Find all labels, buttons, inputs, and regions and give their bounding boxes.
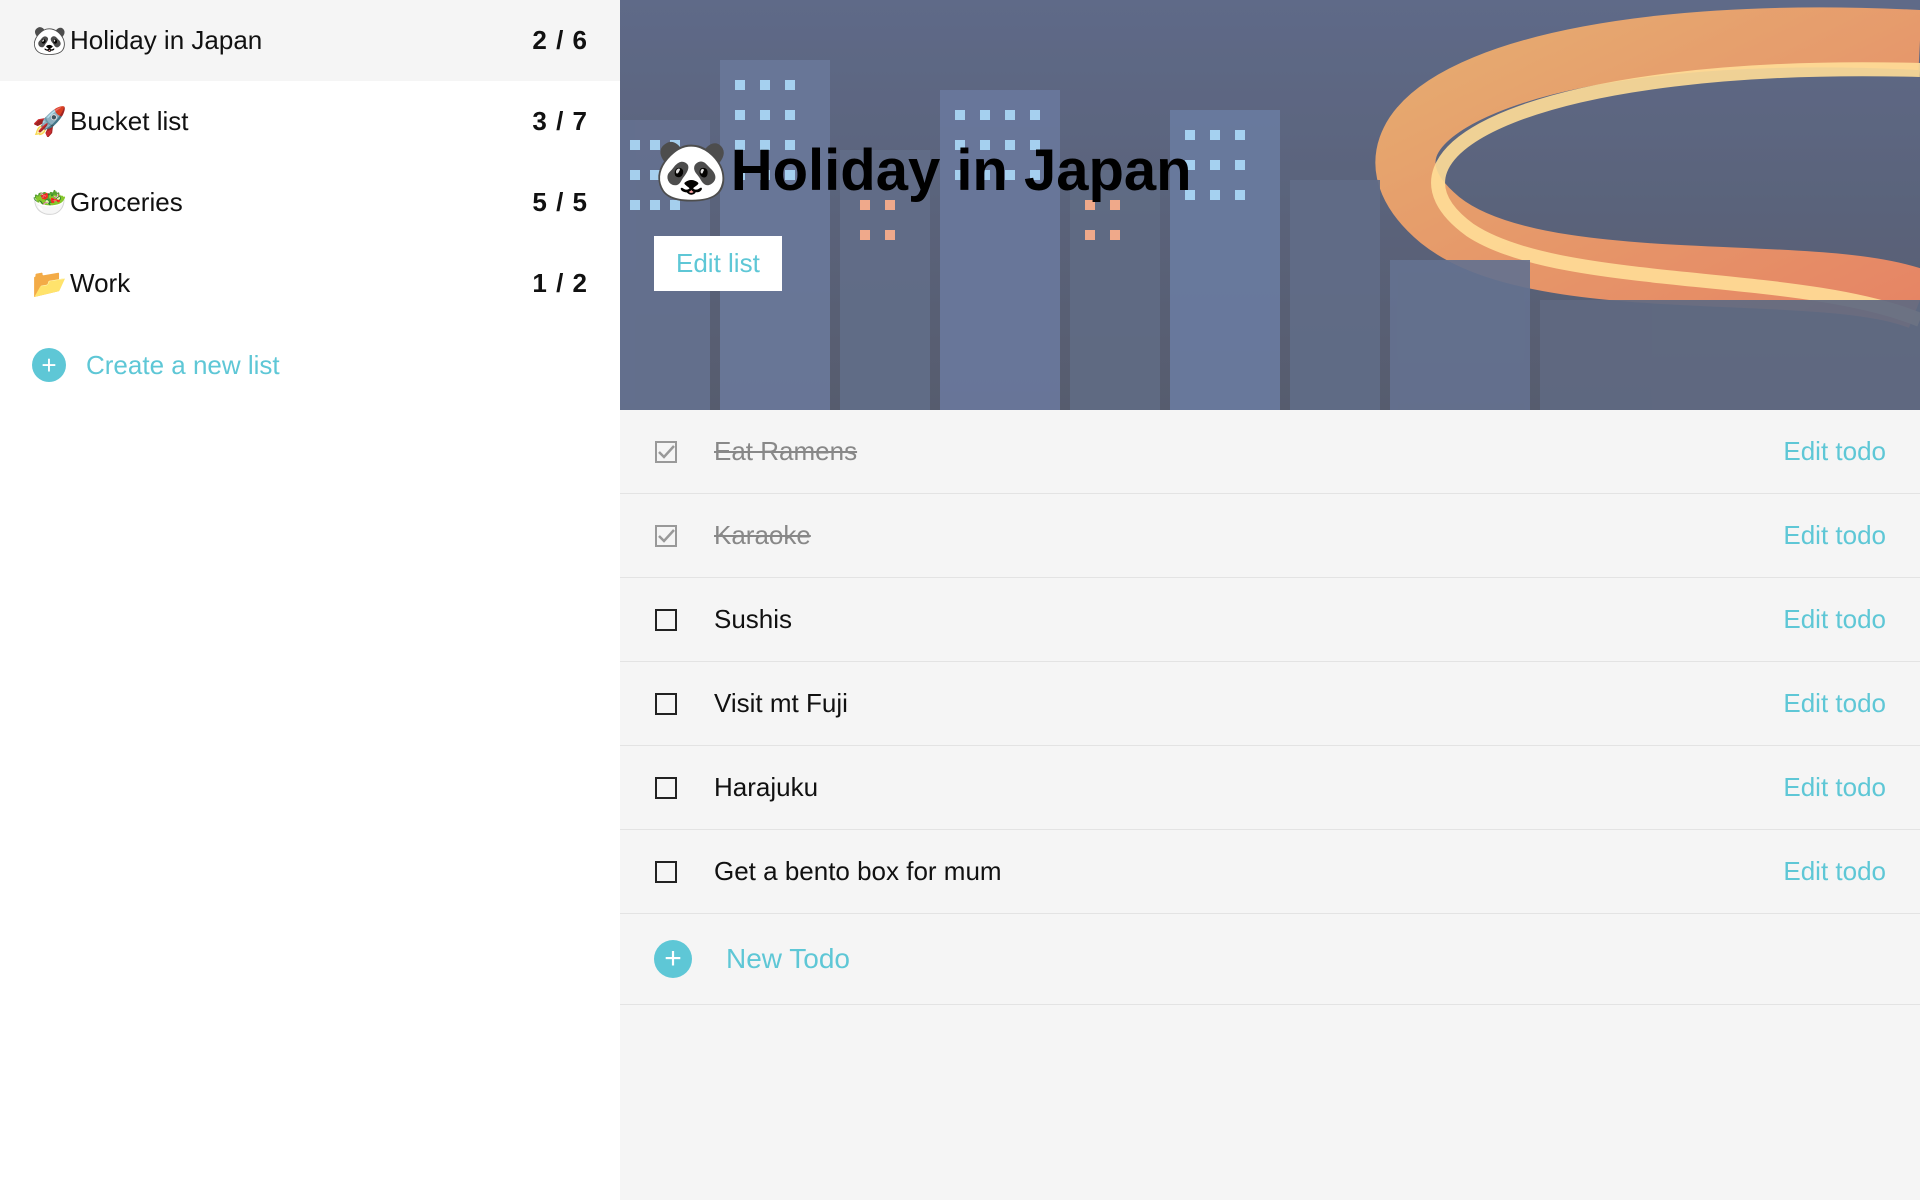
todo-row: Eat Ramens Edit todo [620,410,1920,494]
checkbox-unchecked-icon[interactable] [654,776,678,800]
sidebar-item-bucket-list[interactable]: 🚀 Bucket list 3 / 7 [0,81,620,162]
list-icon: 🥗 [32,186,70,219]
todo-row: Sushis Edit todo [620,578,1920,662]
sidebar-item-work[interactable]: 📂 Work 1 / 2 [0,243,620,324]
sidebar-item-holiday-in-japan[interactable]: 🐼 Holiday in Japan 2 / 6 [0,0,620,81]
create-list-button[interactable]: + Create a new list [0,324,620,406]
hero-content: 🐼 Holiday in Japan Edit list [654,135,1192,291]
sidebar-item-label: Holiday in Japan [70,25,532,56]
list-icon: 🐼 [32,24,70,57]
todo-list: Eat Ramens Edit todo Karaoke Edit todo S… [620,410,1920,1200]
edit-todo-button[interactable]: Edit todo [1783,520,1886,551]
edit-list-button[interactable]: Edit list [654,236,782,291]
new-todo-label: New Todo [726,943,850,975]
plus-icon: + [32,348,66,382]
list-icon: 🚀 [32,105,70,138]
list-icon: 🐼 [654,135,729,206]
sidebar-item-count: 5 / 5 [532,187,588,218]
create-list-label: Create a new list [86,350,280,381]
sidebar-item-count: 1 / 2 [532,268,588,299]
plus-icon: + [654,940,692,978]
sidebar-item-label: Bucket list [70,106,532,137]
todo-label: Visit mt Fuji [714,688,1783,719]
sidebar-item-label: Groceries [70,187,532,218]
checkbox-unchecked-icon[interactable] [654,860,678,884]
todo-label: Karaoke [714,520,1783,551]
sidebar-item-count: 3 / 7 [532,106,588,137]
sidebar-item-groceries[interactable]: 🥗 Groceries 5 / 5 [0,162,620,243]
todo-label: Harajuku [714,772,1783,803]
todo-label: Eat Ramens [714,436,1783,467]
edit-todo-button[interactable]: Edit todo [1783,688,1886,719]
edit-todo-button[interactable]: Edit todo [1783,772,1886,803]
sidebar-item-label: Work [70,268,532,299]
list-icon: 📂 [32,267,70,300]
todo-label: Sushis [714,604,1783,635]
todo-row: Harajuku Edit todo [620,746,1920,830]
list-hero: 🐼 Holiday in Japan Edit list [620,0,1920,410]
sidebar: 🐼 Holiday in Japan 2 / 6 🚀 Bucket list 3… [0,0,620,1200]
edit-todo-button[interactable]: Edit todo [1783,604,1886,635]
page-title: Holiday in Japan [731,137,1192,204]
main: 🐼 Holiday in Japan Edit list Eat Ramens … [620,0,1920,1200]
edit-todo-button[interactable]: Edit todo [1783,436,1886,467]
new-todo-button[interactable]: + New Todo [620,914,1920,1005]
todo-row: Get a bento box for mum Edit todo [620,830,1920,914]
checkbox-checked-icon[interactable] [654,440,678,464]
checkbox-unchecked-icon[interactable] [654,608,678,632]
checkbox-checked-icon[interactable] [654,524,678,548]
todo-row: Visit mt Fuji Edit todo [620,662,1920,746]
todo-label: Get a bento box for mum [714,856,1783,887]
todo-row: Karaoke Edit todo [620,494,1920,578]
edit-todo-button[interactable]: Edit todo [1783,856,1886,887]
sidebar-item-count: 2 / 6 [532,25,588,56]
checkbox-unchecked-icon[interactable] [654,692,678,716]
